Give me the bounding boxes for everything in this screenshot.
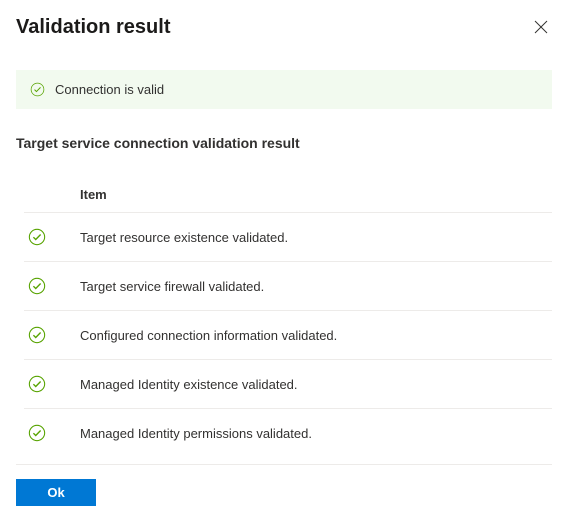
panel-title: Validation result — [16, 16, 170, 39]
close-icon — [534, 21, 548, 38]
close-button[interactable] — [530, 16, 552, 42]
table-row: Target service firewall validated. — [24, 261, 552, 310]
success-check-icon — [30, 82, 45, 97]
table-row: Target resource existence validated. — [24, 212, 552, 261]
row-item-text: Managed Identity permissions validated. — [80, 426, 312, 441]
status-message: Connection is valid — [55, 82, 164, 97]
check-icon — [28, 228, 46, 246]
status-bar: Connection is valid — [16, 70, 552, 109]
validation-table: Item Target resource existence validated… — [24, 187, 552, 457]
check-icon — [28, 277, 46, 295]
check-icon — [28, 326, 46, 344]
footer: Ok — [16, 464, 552, 506]
table-row: Managed Identity existence validated. — [24, 359, 552, 408]
ok-button[interactable]: Ok — [16, 479, 96, 506]
row-item-text: Configured connection information valida… — [80, 328, 337, 343]
row-item-text: Target service firewall validated. — [80, 279, 264, 294]
check-icon — [28, 424, 46, 442]
check-icon — [28, 375, 46, 393]
result-subtitle: Target service connection validation res… — [16, 135, 552, 151]
row-item-text: Target resource existence validated. — [80, 230, 288, 245]
row-item-text: Managed Identity existence validated. — [80, 377, 298, 392]
table-row: Configured connection information valida… — [24, 310, 552, 359]
column-header-item: Item — [80, 187, 107, 202]
table-row: Managed Identity permissions validated. — [24, 408, 552, 457]
